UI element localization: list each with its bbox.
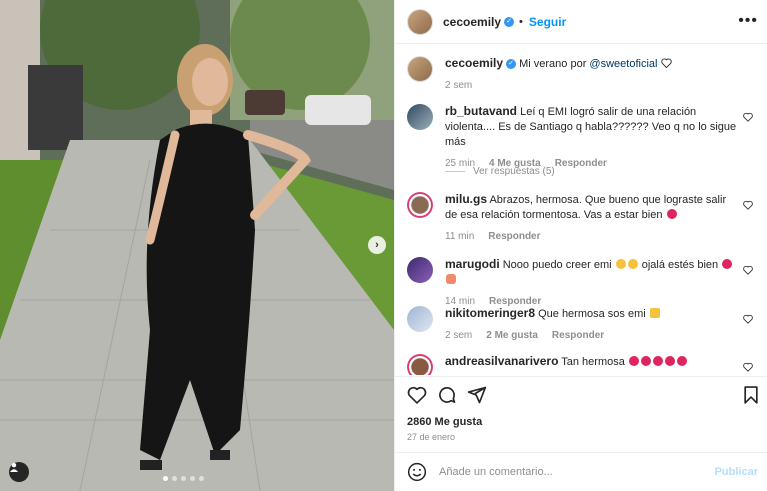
verified-icon: ✓ [506, 59, 517, 70]
add-comment-bar: Publicar [395, 452, 767, 491]
comment-body: andreasilvanarivero Tan hermosa [445, 354, 740, 370]
comment-username[interactable]: milu.gs [445, 192, 487, 206]
share-icon[interactable] [467, 385, 487, 405]
post-actions [395, 376, 767, 412]
comment-username[interactable]: marugodi [445, 257, 500, 271]
red-heart-emoji-icon [640, 356, 651, 366]
commenter-avatar[interactable] [407, 257, 433, 283]
white-heart-emoji-icon [660, 58, 672, 69]
reply-button[interactable]: Responder [555, 156, 607, 171]
save-bookmark-icon[interactable] [741, 385, 761, 405]
sparkles-emoji-icon [649, 308, 660, 318]
comment-username[interactable]: andreasilvanarivero [445, 354, 558, 368]
caption-body: cecoemily ✓ Mi verano por @sweetoficial 2… [445, 56, 740, 93]
like-comment-heart-icon[interactable] [743, 200, 753, 210]
carousel-dot [172, 476, 177, 481]
comment-time[interactable]: 2 sem [445, 328, 472, 343]
red-heart-emoji-icon [676, 356, 687, 366]
comments-list: cecoemily ✓ Mi verano por @sweetoficial 2… [395, 45, 767, 375]
carousel-dot [190, 476, 195, 481]
comment-body: nikitomeringer8 Que hermosa sos emi 2 se… [445, 306, 740, 343]
like-comment-heart-icon[interactable] [743, 362, 753, 372]
author-avatar[interactable] [407, 56, 433, 82]
comment-text: Abrazos, hermosa. Que bueno que lograste… [445, 194, 727, 221]
post-panel: cecoemily ✓ • Seguir ••• cecoemily ✓ Mi v… [394, 0, 767, 491]
caption-time[interactable]: 2 sem [445, 78, 472, 93]
caption-username[interactable]: cecoemily [445, 56, 503, 70]
comment-text: Que hermosa sos emi [538, 308, 646, 320]
comment-body: marugodi Nooo puedo creer emi ojalá esté… [445, 257, 740, 309]
publish-button[interactable]: Publicar [715, 466, 758, 478]
carousel-dot [199, 476, 204, 481]
post-date: 27 de enero [407, 432, 456, 442]
comment-meta: 2 sem 2 Me gusta Responder [445, 328, 740, 343]
red-heart-emoji-icon [664, 356, 675, 366]
comment-icon[interactable] [437, 385, 457, 405]
red-heart-emoji-icon [722, 259, 733, 269]
reply-button[interactable]: Responder [552, 328, 604, 343]
red-heart-emoji-icon [652, 356, 663, 366]
likes-count[interactable]: 2860 Me gusta [407, 416, 482, 428]
comment-likes[interactable]: 2 Me gusta [486, 328, 538, 343]
emoji-icon[interactable] [407, 462, 427, 482]
comment-username[interactable]: nikitomeringer8 [445, 306, 535, 320]
bandage-emoji-icon [446, 274, 456, 284]
like-comment-heart-icon[interactable] [743, 112, 753, 122]
comment-meta: 11 min Responder [445, 229, 740, 244]
replies-line [445, 171, 465, 172]
caption-text: Mi verano por [519, 58, 590, 70]
tagged-users-icon[interactable] [9, 462, 29, 482]
caption-meta: 2 sem [445, 78, 740, 93]
commenter-avatar[interactable] [407, 354, 433, 375]
commenter-avatar[interactable] [407, 306, 433, 332]
red-heart-emoji-icon [666, 209, 677, 219]
comment-text: Tan hermosa [561, 356, 625, 368]
post-header: cecoemily ✓ • Seguir ••• [395, 0, 767, 44]
author-username[interactable]: cecoemily [443, 15, 501, 29]
comment-body: rb_butavand Leí q EMI logró salir de una… [445, 104, 740, 171]
view-replies-label: Ver respuestas (5) [473, 166, 555, 177]
carousel-dots [163, 476, 204, 481]
follow-button[interactable]: Seguir [529, 15, 566, 29]
next-photo-button[interactable]: › [368, 236, 386, 254]
verified-icon: ✓ [504, 16, 515, 27]
like-heart-icon[interactable] [407, 385, 427, 405]
commenter-avatar[interactable] [407, 192, 433, 218]
comment-text-2: ojalá estés bien [641, 259, 719, 271]
photo-scene [0, 0, 394, 491]
comment-username[interactable]: rb_butavand [445, 104, 517, 118]
like-comment-heart-icon[interactable] [743, 314, 753, 324]
sad-face-emoji-icon [627, 259, 638, 269]
red-heart-emoji-icon [628, 356, 639, 366]
author-avatar[interactable] [407, 8, 433, 35]
separator-dot: • [519, 15, 523, 28]
comment-text: Nooo puedo creer emi [502, 259, 612, 271]
comment-input[interactable] [439, 466, 699, 478]
like-comment-heart-icon[interactable] [743, 265, 753, 275]
comment-time[interactable]: 11 min [445, 229, 474, 244]
commenter-avatar[interactable] [407, 104, 433, 130]
sad-face-emoji-icon [615, 259, 626, 269]
carousel-dot [163, 476, 168, 481]
post-photo: › [0, 0, 394, 491]
caption-mention[interactable]: @sweetoficial [589, 58, 657, 70]
comment-body: milu.gs Abrazos, hermosa. Que bueno que … [445, 192, 740, 244]
carousel-dot [181, 476, 186, 481]
view-replies-button[interactable]: Ver respuestas (5) [445, 166, 555, 177]
reply-button[interactable]: Responder [488, 229, 540, 244]
more-horizontal-icon[interactable]: ••• [738, 12, 758, 30]
